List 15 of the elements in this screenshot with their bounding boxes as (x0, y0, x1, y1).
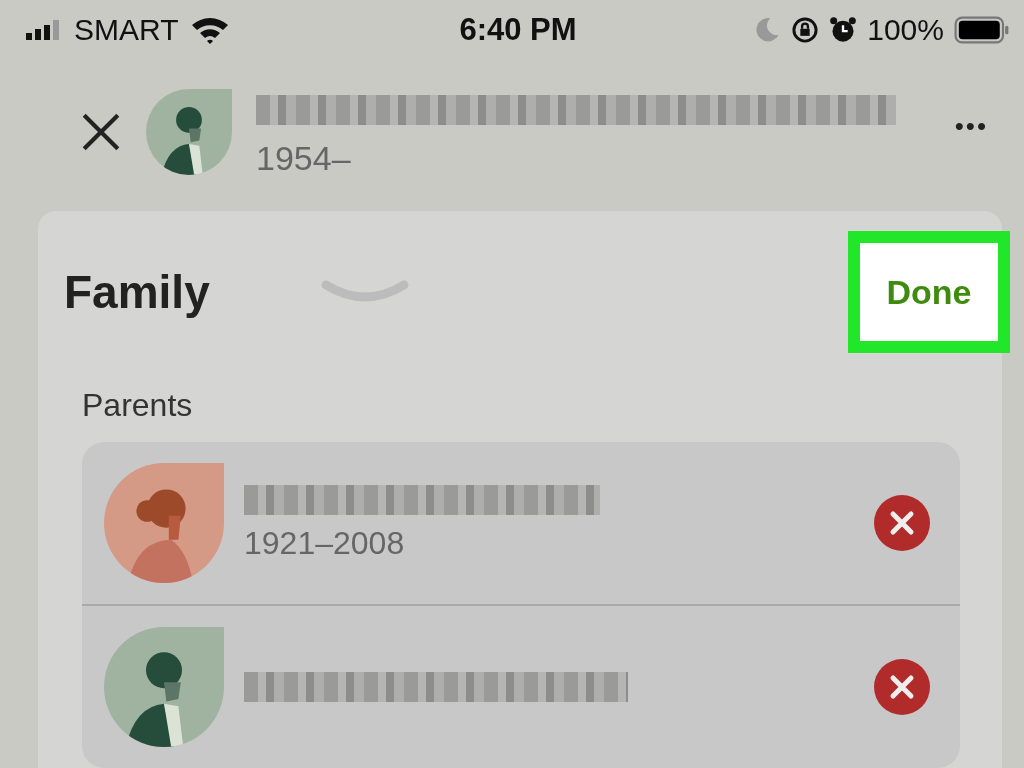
clock-time: 6:40 PM (459, 11, 577, 48)
remove-icon[interactable] (874, 659, 930, 715)
life-years: 1921–2008 (244, 524, 406, 562)
life-years: 1954– (256, 138, 352, 178)
more-button[interactable]: ••• (954, 110, 988, 142)
section-label: Parents (82, 387, 194, 424)
signal-icon (26, 19, 62, 40)
carrier-name: SMART (74, 12, 179, 47)
done-button[interactable]: Done (860, 243, 998, 341)
alarm-icon (829, 15, 858, 44)
battery-percent: 100% (867, 12, 944, 47)
rotation-lock-icon (791, 15, 820, 44)
sheet-title: Family (64, 265, 210, 319)
remove-icon[interactable] (874, 495, 930, 551)
battery-icon (954, 15, 1010, 44)
